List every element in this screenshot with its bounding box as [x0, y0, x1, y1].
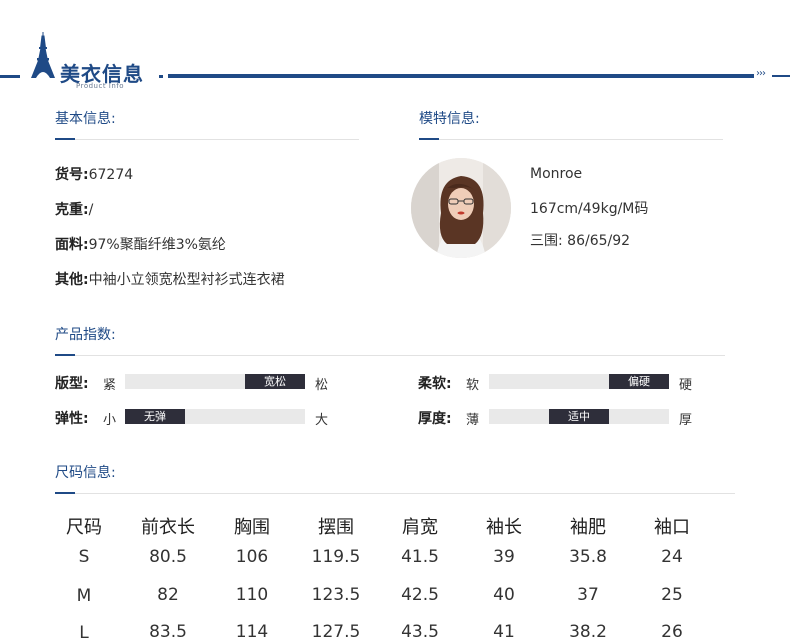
size-col-hem: 摆围 [318, 517, 354, 538]
product-index-title: 产品指数: [55, 327, 116, 343]
table-cell: 38.2 [569, 622, 607, 642]
index-min-thickness: 薄 [466, 413, 480, 428]
table-cell: S [78, 547, 90, 567]
basic-info-rule [55, 139, 359, 140]
index-min-softness: 软 [466, 378, 480, 393]
table-cell: 35.8 [569, 547, 607, 567]
table-cell: 40 [493, 585, 515, 605]
size-info-accent [55, 492, 75, 494]
index-selected-fit: 宽松 [245, 374, 305, 389]
header-rule-left [0, 75, 20, 78]
table-cell: 24 [661, 547, 683, 567]
eiffel-tower-icon [31, 32, 55, 78]
info-value: 67274 [88, 167, 134, 183]
table-cell: 114 [235, 622, 269, 642]
size-col-length: 前衣长 [141, 517, 195, 538]
basic-info-title: 基本信息: [55, 111, 116, 127]
info-key: 面料: [55, 237, 89, 253]
info-value: / [88, 202, 94, 218]
index-bar-softness: 偏硬 [489, 374, 669, 389]
table-cell: 42.5 [401, 585, 439, 605]
info-row-other: 其他:中袖小立领宽松型衬衫式连衣裙 [55, 269, 285, 289]
size-info-title: 尺码信息: [55, 465, 116, 481]
info-row-weight: 克重:/ [55, 199, 93, 219]
info-value: 中袖小立领宽松型衬衫式连衣裙 [88, 272, 285, 288]
index-label-elasticity: 弹性: [55, 411, 89, 427]
model-name: Monroe [530, 166, 583, 182]
table-cell: 106 [235, 547, 269, 567]
table-cell: 83.5 [149, 622, 187, 642]
table-cell: L [79, 623, 89, 643]
product-index-accent [55, 354, 75, 356]
table-cell: 37 [577, 585, 599, 605]
info-row-sku: 货号:67274 [55, 164, 133, 184]
size-col-sleeve-width: 袖肥 [570, 517, 606, 538]
info-value: 97%聚酯纤维3%氨纶 [88, 237, 226, 253]
index-label-softness: 柔软: [418, 376, 452, 392]
chevron-right-icon: ››› [756, 68, 766, 79]
table-cell: 41.5 [401, 547, 439, 567]
size-col-size: 尺码 [66, 517, 102, 538]
size-col-cuff: 袖口 [654, 517, 690, 538]
size-col-bust: 胸围 [234, 517, 270, 538]
index-selected-elasticity: 无弹 [125, 409, 185, 424]
index-min-fit: 紧 [103, 378, 117, 393]
product-index-rule [55, 355, 725, 356]
header-rule-main [168, 74, 754, 78]
header-rule-dot [159, 75, 163, 78]
index-bar-thickness: 适中 [489, 409, 669, 424]
section-subtitle: Product Info [76, 82, 125, 90]
table-cell: 123.5 [311, 585, 361, 605]
table-cell: 26 [661, 622, 683, 642]
index-bar-fit: 宽松 [125, 374, 305, 389]
table-cell: M [76, 586, 92, 606]
index-selected-thickness: 适中 [549, 409, 609, 424]
table-cell: 119.5 [311, 547, 361, 567]
index-label-thickness: 厚度: [418, 411, 452, 427]
header-rule-end [772, 75, 790, 77]
index-max-thickness: 厚 [679, 413, 693, 428]
index-max-fit: 松 [315, 378, 329, 393]
basic-info-accent [55, 138, 75, 140]
info-key: 货号: [55, 167, 89, 183]
table-cell: 80.5 [149, 547, 187, 567]
info-key: 其他: [55, 272, 89, 288]
table-cell: 25 [661, 585, 683, 605]
size-col-shoulder: 肩宽 [402, 517, 438, 538]
table-cell: 43.5 [401, 622, 439, 642]
index-selected-softness: 偏硬 [609, 374, 669, 389]
index-label-fit: 版型: [55, 376, 89, 392]
info-key: 克重: [55, 202, 89, 218]
index-min-elasticity: 小 [103, 413, 117, 428]
table-cell: 110 [235, 585, 269, 605]
index-bar-elasticity: 无弹 [125, 409, 305, 424]
model-info-title: 模特信息: [419, 111, 480, 127]
table-cell: 127.5 [311, 622, 361, 642]
size-info-rule [55, 493, 735, 494]
index-max-elasticity: 大 [315, 413, 329, 428]
index-max-softness: 硬 [679, 378, 693, 393]
info-row-fabric: 面料:97%聚酯纤维3%氨纶 [55, 234, 226, 254]
size-col-sleeve-length: 袖长 [486, 517, 522, 538]
table-cell: 82 [157, 585, 179, 605]
model-measurements: 三围: 86/65/92 [530, 233, 631, 249]
table-cell: 39 [493, 547, 515, 567]
model-info-rule [419, 139, 723, 140]
table-cell: 41 [493, 622, 515, 642]
model-size: 167cm/49kg/M码 [530, 201, 649, 217]
model-info-accent [419, 138, 439, 140]
model-avatar [411, 158, 511, 258]
model-photo [411, 158, 511, 258]
